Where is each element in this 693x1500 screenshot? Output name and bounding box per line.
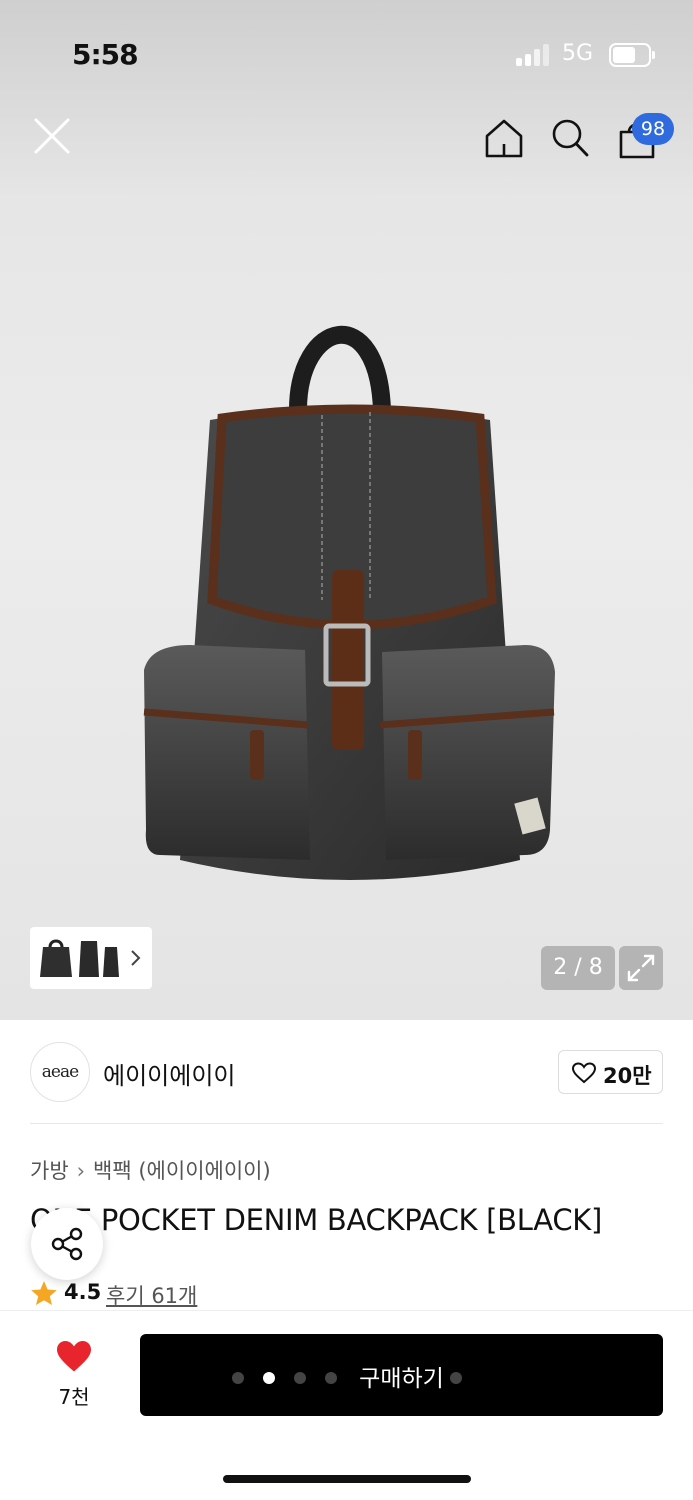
buy-button[interactable]: 구매하기: [140, 1334, 663, 1416]
battery-icon: [609, 43, 655, 67]
thumbnail-1[interactable]: [38, 937, 74, 979]
search-icon[interactable]: [548, 116, 592, 160]
rating-score: 4.5: [64, 1280, 102, 1304]
image-counter: 2 / 8: [541, 946, 615, 990]
brand-logo[interactable]: aeae: [30, 1042, 90, 1102]
buy-button-label: 구매하기: [359, 1366, 444, 1392]
share-button[interactable]: [31, 1208, 103, 1280]
breadcrumb: 가방 › 백팩 (에이이에이이): [30, 1155, 271, 1185]
home-indicator: [223, 1475, 471, 1483]
close-icon[interactable]: [30, 114, 74, 158]
heart-filled-icon: [57, 1341, 91, 1372]
star-icon: [31, 1281, 57, 1305]
favorite-count: 7천: [58, 1385, 90, 1409]
product-image-gallery[interactable]: 5:58 5G 98 2 / 8: [0, 0, 693, 1020]
brand-like-count: 20만: [603, 1064, 652, 1088]
heart-outline-icon: [572, 1062, 596, 1084]
review-link[interactable]: 후기 61개: [106, 1280, 197, 1310]
brand-row[interactable]: aeae 에이이에이이 20만: [30, 1040, 663, 1106]
brand-name[interactable]: 에이이에이이: [103, 1056, 235, 1091]
cart-badge: 98: [632, 113, 674, 145]
network-label: 5G: [562, 41, 594, 66]
signal-icon: [516, 44, 552, 66]
home-icon[interactable]: [482, 116, 526, 160]
breadcrumb-item[interactable]: 가방: [30, 1159, 69, 1183]
favorite-button[interactable]: 7천: [40, 1339, 108, 1411]
chevron-right-icon: ›: [76, 1159, 86, 1183]
thumbnail-3[interactable]: [102, 937, 120, 979]
breadcrumb-item[interactable]: 백팩 (에이이에이이): [93, 1159, 271, 1183]
thumbnail-2[interactable]: [78, 937, 100, 979]
product-photo: [143, 325, 555, 880]
status-bar: 5:58 5G: [0, 0, 693, 110]
thumbnail-strip[interactable]: [30, 927, 152, 989]
expand-icon[interactable]: [619, 946, 663, 990]
chevron-right-icon: [131, 950, 141, 966]
status-time: 5:58: [72, 38, 139, 71]
product-title: ONE POCKET DENIM BACKPACK [BLACK]: [30, 1203, 603, 1237]
divider: [30, 1123, 663, 1124]
brand-like-button[interactable]: 20만: [558, 1050, 663, 1094]
share-icon: [51, 1227, 83, 1261]
bottom-action-bar: 7천 구매하기: [0, 1310, 693, 1500]
